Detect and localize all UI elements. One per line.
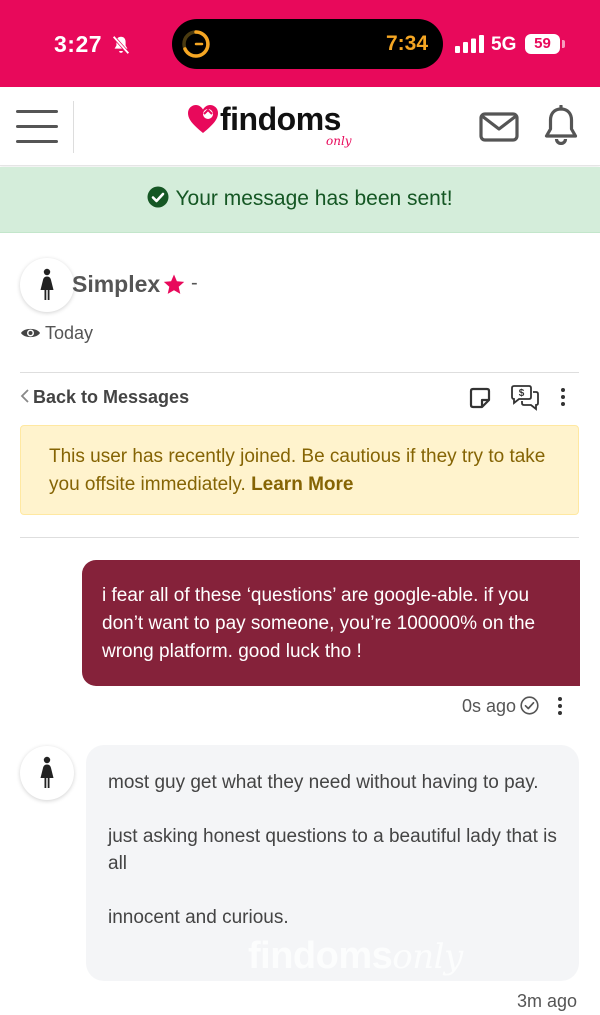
brand-name: findoms [220, 101, 341, 137]
sticky-note-icon[interactable] [469, 387, 491, 409]
brand-subtitle: only [326, 134, 352, 148]
success-message: Your message has been sent! [175, 187, 453, 210]
mail-icon[interactable] [479, 112, 519, 142]
divider [20, 372, 579, 373]
message-paragraph: just asking honest questions to a beauti… [108, 826, 557, 874]
tip-chat-icon[interactable]: $ [510, 385, 540, 411]
sent-check-icon [520, 696, 539, 715]
conversation-options-menu[interactable] [560, 388, 566, 408]
live-activity-time: 7:34 [386, 32, 429, 55]
bell-icon[interactable] [543, 105, 579, 145]
signal-icon [455, 35, 484, 53]
outgoing-message: i fear all of these ‘questions’ are goog… [82, 560, 580, 686]
new-user-warning: This user has recently joined. Be cautio… [20, 425, 579, 515]
woman-figure-icon [40, 756, 54, 788]
menu-icon[interactable] [16, 110, 58, 144]
message-meta: 0s ago [462, 696, 539, 717]
back-label: Back to Messages [33, 387, 190, 407]
status-bar: 3:27 7:34 5G 59 [0, 0, 600, 87]
bell-slash-icon [112, 35, 130, 55]
message-options-menu[interactable] [557, 697, 563, 717]
watermark-text: findoms [248, 935, 393, 977]
heart-logo-icon [188, 105, 218, 133]
message-time: 3m ago [517, 991, 578, 1011]
last-seen-label: Today [45, 323, 94, 343]
message-paragraph: most guy get what they need without havi… [108, 772, 539, 793]
nav-divider [73, 101, 74, 153]
top-navbar: findoms only [0, 87, 600, 166]
learn-more-link[interactable]: Learn More [251, 474, 353, 495]
message-paragraph: innocent and curious. [108, 907, 289, 928]
last-seen: Today [20, 323, 93, 344]
status-time: 3:27 [54, 31, 103, 57]
battery-indicator: 59 [525, 34, 560, 54]
svg-text:$: $ [519, 388, 525, 399]
username-separator: - [191, 272, 198, 294]
divider [20, 537, 579, 538]
watermark: findomsonly [248, 935, 463, 978]
star-icon [163, 274, 185, 294]
eye-icon [21, 328, 40, 338]
success-alert: Your message has been sent! [0, 167, 600, 233]
user-avatar[interactable] [20, 258, 74, 312]
watermark-sub: only [392, 937, 463, 977]
battery-tip [562, 40, 565, 48]
woman-figure-icon [40, 268, 54, 300]
check-circle-icon [147, 186, 169, 208]
sender-avatar[interactable] [20, 746, 74, 800]
message-time: 0s ago [462, 696, 517, 716]
message-text: i fear all of these ‘questions’ are goog… [102, 585, 536, 662]
back-to-messages-link[interactable]: Back to Messages [20, 387, 189, 408]
brand-logo[interactable]: findoms only [186, 101, 366, 153]
network-label: 5G [491, 34, 517, 55]
timer-ring-icon [182, 30, 210, 58]
conversation-username[interactable]: Simplex [72, 271, 160, 298]
chevron-left-icon [20, 389, 29, 403]
